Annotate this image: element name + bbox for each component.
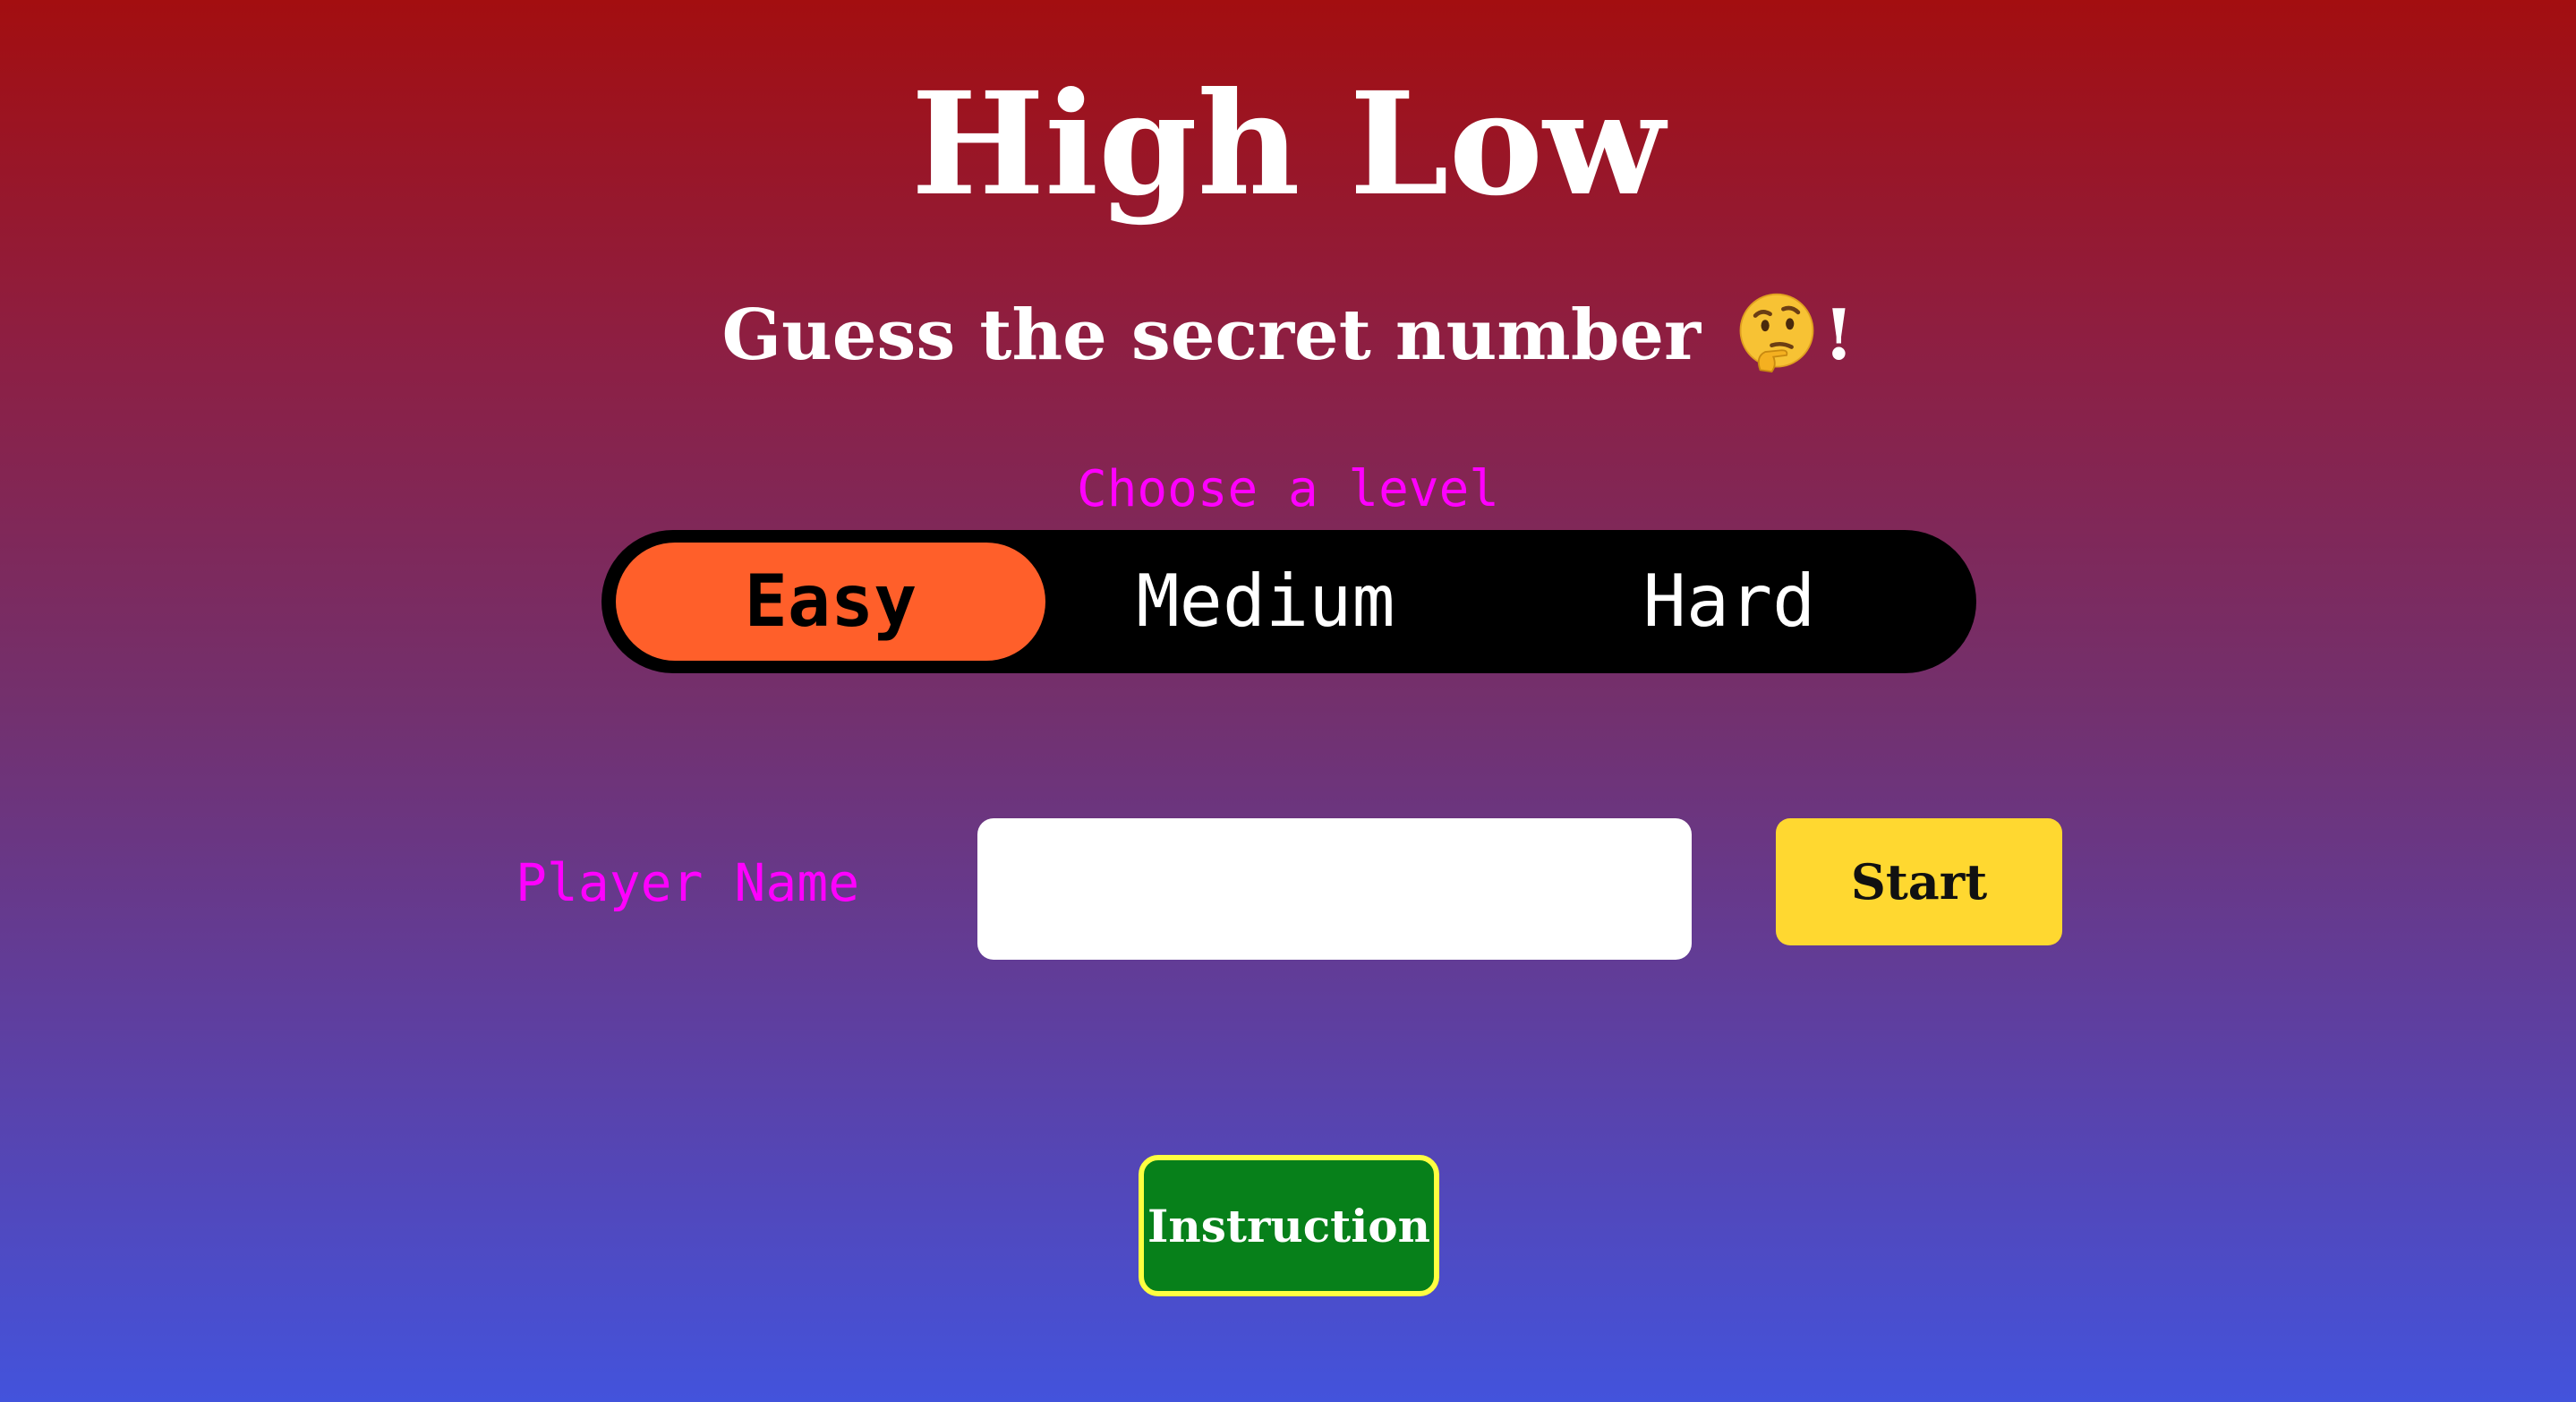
start-button[interactable]: Start [1776,818,2062,945]
level-option-easy[interactable]: Easy [616,543,1045,661]
level-label: Choose a level [1076,460,1499,518]
instruction-button[interactable]: Instruction [1139,1155,1439,1296]
player-name-label: Player Name [516,852,860,913]
subtitle-exclamation: ! [1823,295,1855,376]
player-name-input[interactable] [977,818,1692,960]
thinking-face-icon [1739,293,1814,373]
page-title: High Low [910,62,1666,227]
level-option-medium[interactable]: Medium [1051,543,1480,661]
page-subtitle: Guess the secret number ! [0,286,2576,385]
level-selector: Easy Medium Hard [601,530,1976,673]
level-option-hard[interactable]: Hard [1497,543,1962,661]
subtitle-text: Guess the secret number [721,295,1726,376]
